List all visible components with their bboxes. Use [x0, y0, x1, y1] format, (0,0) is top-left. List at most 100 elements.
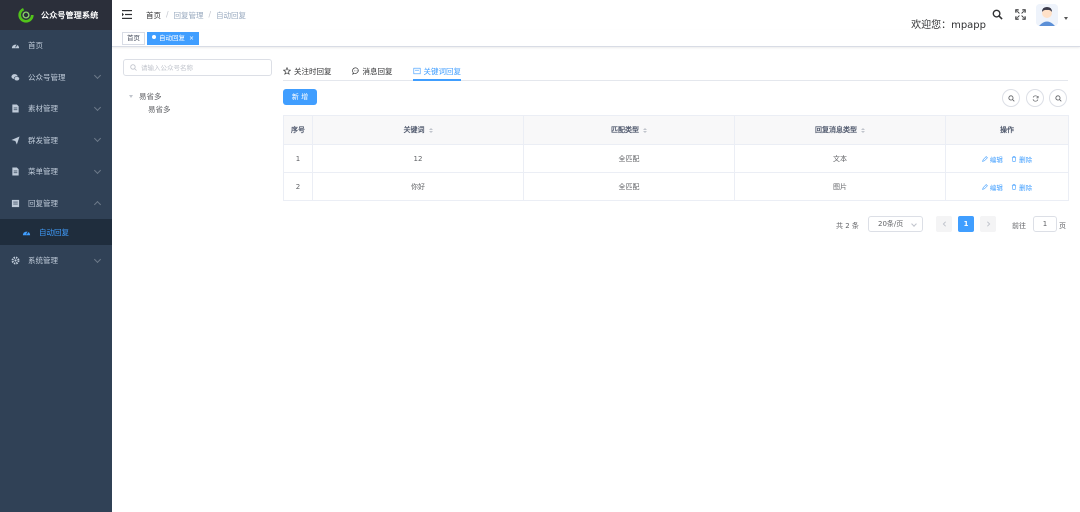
cell-actions: 编辑 删除: [945, 144, 1069, 173]
chevron-down-icon: [93, 166, 102, 174]
col-actions-label: 操作: [1000, 126, 1014, 134]
add-button[interactable]: 新 增: [283, 89, 317, 105]
avatar[interactable]: [1036, 4, 1058, 26]
tag-home[interactable]: 首页: [122, 32, 145, 45]
edit-label: 编辑: [989, 183, 1003, 192]
sidebar-menu: 首页 公众号管理 素材管理 群发管理 菜单管理 回复管理 自动回复 系统管理: [0, 30, 112, 277]
tag-auto-reply[interactable]: 自动回复 ×: [147, 32, 200, 45]
chevron-down-icon: [93, 255, 102, 263]
chat-icon: [351, 67, 359, 75]
account-search: [123, 59, 272, 76]
tab-keyword-reply[interactable]: 关键词回复: [412, 62, 461, 81]
breadcrumb-reply: 回复管理: [173, 11, 204, 20]
cell-match-type: 全匹配: [523, 144, 735, 173]
edit-button[interactable]: 编辑: [982, 154, 1003, 164]
sort-icon[interactable]: [861, 127, 865, 133]
col-reply-type[interactable]: 回复消息类型: [734, 115, 946, 145]
refresh-button[interactable]: [1026, 89, 1044, 107]
tab-message-reply[interactable]: 消息回复: [351, 62, 393, 80]
sidebar-item-label: 公众号管理: [28, 72, 66, 82]
app-title: 公众号管理系统: [41, 10, 99, 20]
refresh-icon: [1032, 94, 1039, 102]
breadcrumb-current: 自动回复: [216, 11, 247, 20]
reply-icon: [11, 199, 20, 208]
hamburger-icon[interactable]: [122, 10, 132, 19]
pagination-total: 共 2 条: [836, 222, 859, 230]
caret-down-icon[interactable]: [1064, 17, 1068, 20]
caret-down-icon[interactable]: [129, 95, 133, 98]
delete-button[interactable]: 删除: [1011, 182, 1032, 192]
fullscreen-icon[interactable]: [1015, 9, 1026, 20]
delete-label: 删除: [1019, 183, 1033, 192]
breadcrumb-home[interactable]: 首页: [146, 10, 161, 21]
logo[interactable]: 公众号管理系统: [0, 0, 112, 30]
delete-button[interactable]: 删除: [1011, 154, 1032, 164]
tag-label: 自动回复: [159, 34, 185, 42]
search-button[interactable]: [1049, 89, 1067, 107]
sidebar-item-menu[interactable]: 菜单管理: [0, 156, 112, 188]
sidebar-item-material[interactable]: 素材管理: [0, 93, 112, 125]
col-match-type-label: 匹配类型: [611, 126, 639, 134]
chevron-left-icon: [942, 221, 946, 227]
search-icon[interactable]: [992, 9, 1003, 20]
sort-icon[interactable]: [428, 127, 433, 133]
search-toggle-button[interactable]: [1002, 89, 1020, 107]
goto-page-input[interactable]: 1: [1033, 216, 1057, 232]
sidebar-item-system[interactable]: 系统管理: [0, 245, 112, 277]
col-match-type[interactable]: 匹配类型: [523, 115, 735, 145]
tree-node-child[interactable]: 易省多: [123, 103, 272, 116]
table-header-row: 序号 关键词 匹配类型 回复消息类型 操作: [283, 115, 1069, 145]
chevron-down-icon: [93, 72, 102, 80]
sort-icon[interactable]: [643, 127, 647, 133]
prev-page-button[interactable]: [936, 216, 952, 232]
col-keyword[interactable]: 关键词: [312, 115, 524, 145]
chevron-right-icon: [986, 221, 990, 227]
account-tree-panel: 易省多 易省多: [123, 59, 272, 116]
next-page-button[interactable]: [980, 216, 996, 232]
sidebar-item-home[interactable]: 首页: [0, 30, 112, 62]
gear-icon: [11, 256, 20, 265]
account-search-input[interactable]: [141, 63, 261, 72]
keyword-reply-table: 序号 关键词 匹配类型 回复消息类型 操作 1 12 全匹配 文本 编辑 删除 …: [283, 115, 1069, 201]
chevron-down-icon: [93, 103, 102, 111]
edit-label: 编辑: [989, 155, 1003, 164]
news-icon: [412, 67, 421, 75]
app-root: 公众号管理系统 首页 公众号管理 素材管理 群发管理 菜单管理 回复管理 自动回…: [0, 0, 1080, 512]
col-actions: 操作: [945, 115, 1069, 145]
active-dot-icon: [152, 35, 156, 39]
col-index-label: 序号: [291, 126, 305, 134]
sidebar-item-wechat[interactable]: 公众号管理: [0, 62, 112, 94]
chevron-down-icon: [911, 221, 917, 227]
material-icon: [11, 104, 20, 113]
wechat-icon: [11, 73, 20, 82]
sidebar-subitem-auto-reply[interactable]: 自动回复: [0, 219, 112, 245]
logo-icon: [18, 7, 34, 23]
page-number-current[interactable]: 1: [958, 216, 974, 232]
sidebar-item-label: 菜单管理: [28, 167, 58, 177]
pagination: 共 2 条 20条/页 1 前往 1 页: [283, 215, 1068, 239]
sidebar-item-broadcast[interactable]: 群发管理: [0, 125, 112, 157]
table-row: 2 你好 全匹配 图片 编辑 删除: [283, 172, 1069, 201]
sidebar-item-reply[interactable]: 回复管理: [0, 188, 112, 220]
tree-node-label: 易省多: [139, 92, 162, 101]
goto-unit: 页: [1059, 222, 1066, 230]
cell-keyword: 你好: [312, 172, 524, 201]
page-size-select[interactable]: 20条/页: [868, 216, 923, 232]
close-icon[interactable]: ×: [189, 35, 194, 42]
cell-index: 2: [283, 172, 313, 201]
col-reply-type-label: 回复消息类型: [815, 126, 857, 134]
cell-index: 1: [283, 144, 313, 173]
star-icon: [283, 67, 291, 75]
chevron-up-icon: [93, 201, 102, 209]
tags-view: 首页 自动回复 ×: [112, 30, 1080, 47]
search-icon: [1007, 94, 1015, 102]
edit-icon: [982, 183, 988, 190]
tab-follow-reply[interactable]: 关注时回复: [283, 62, 332, 80]
reply-tabs: 关注时回复 消息回复 关键词回复: [283, 62, 1068, 81]
sidebar-item-label: 系统管理: [28, 256, 58, 266]
sidebar: 公众号管理系统 首页 公众号管理 素材管理 群发管理 菜单管理 回复管理 自动回…: [0, 0, 112, 512]
tree-node-root[interactable]: 易省多: [123, 90, 272, 103]
edit-button[interactable]: 编辑: [982, 182, 1003, 192]
cell-reply-type: 图片: [734, 172, 946, 201]
page-size-value: 20条/页: [878, 220, 904, 228]
